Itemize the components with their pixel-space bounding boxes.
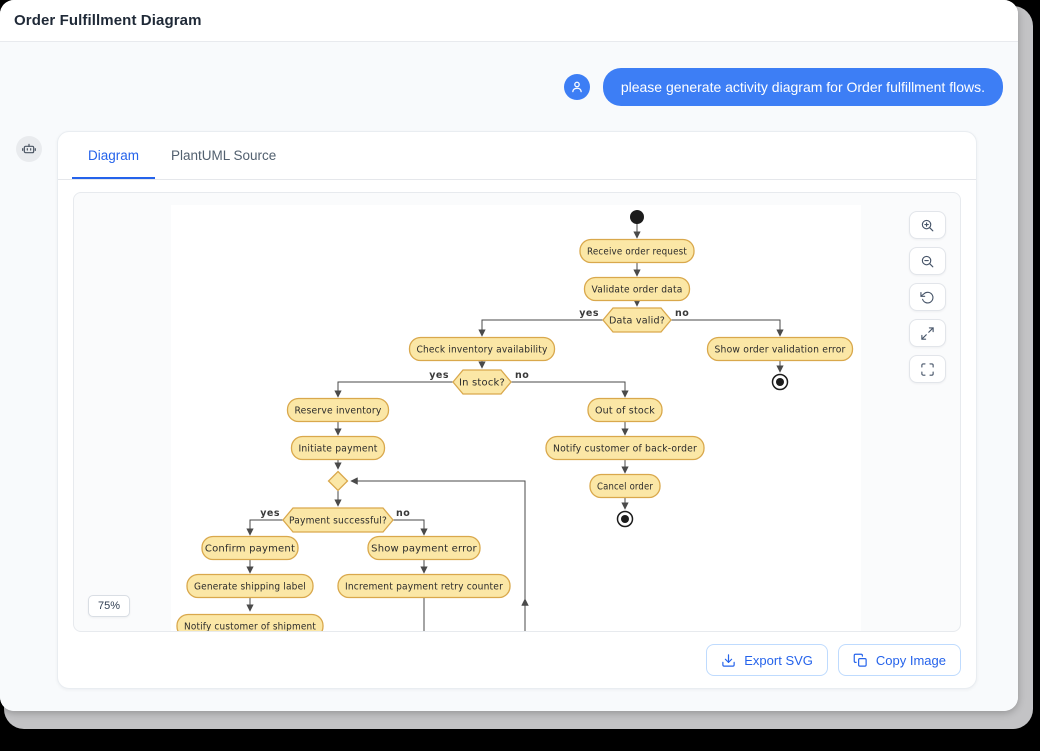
start-node [630,210,644,224]
export-svg-button[interactable]: Export SVG [706,644,828,676]
edge-label-yes: yes [260,508,280,519]
expand-button[interactable] [909,319,946,347]
flow-edge [250,520,284,535]
edge-label-no: no [675,308,689,319]
svg-text:Notify customer of back-order: Notify customer of back-order [553,444,698,455]
app-header: Order Fulfillment Diagram [0,0,1018,42]
reset-view-button[interactable] [909,283,946,311]
diagram-viewport[interactable]: yes no yes no yes no Receive order request Vali… [73,192,961,632]
in-stock-node: In stock? [453,370,511,394]
copy-image-button[interactable]: Copy Image [838,644,961,676]
zoom-level-badge: 75% [88,595,130,617]
svg-text:Generate shipping label: Generate shipping label [194,582,306,593]
end-cancel-node [618,512,633,527]
person-icon [569,79,585,95]
robot-icon [21,141,37,157]
data-valid-node: Data valid? [603,308,671,332]
tab-diagram[interactable]: Diagram [72,132,155,179]
svg-text:Out of stock: Out of stock [595,406,655,417]
cancel-order-node: Cancel order [590,475,660,498]
generate-shipping-label-node: Generate shipping label [187,575,313,598]
fullscreen-icon [920,362,935,377]
expand-icon [920,326,935,341]
fullscreen-button[interactable] [909,355,946,383]
zoom-out-icon [920,254,935,269]
zoom-in-button[interactable] [909,211,946,239]
svg-text:Initiate payment: Initiate payment [299,444,378,455]
show-payment-error-node: Show payment error [368,537,480,560]
flow-edge [511,382,625,397]
notify-customer-of-shipment-node: Notify customer of shipment [177,615,323,633]
assistant-avatar [16,136,42,162]
assistant-row: Diagram PlantUML Source yes no yes no yes no R… [0,106,1018,689]
edge-label-yes: yes [429,370,449,381]
increment-payment-retry-counter-node: Increment payment retry counter [338,575,510,598]
activity-diagram: yes no yes no yes no Receive order request Vali… [171,205,861,632]
svg-text:Receive order request: Receive order request [587,247,687,258]
svg-text:Validate order data: Validate order data [592,285,683,296]
flow-edge [482,320,603,336]
confirm-payment-node: Confirm payment [202,537,298,560]
svg-text:Data valid?: Data valid? [609,316,665,327]
svg-text:Confirm payment: Confirm payment [205,544,295,555]
merge-point-node [329,472,348,491]
receive-order-request-node: Receive order request [580,240,694,263]
end-validation-error-node [773,375,788,390]
svg-text:Show order validation error: Show order validation error [715,345,847,356]
svg-text:Payment successful?: Payment successful? [289,516,387,527]
reserve-inventory-node: Reserve inventory [288,399,389,422]
main-content: please generate activity diagram for Ord… [0,42,1018,711]
download-icon [721,653,736,668]
edge-label-no: no [515,370,529,381]
diagram-card: Diagram PlantUML Source yes no yes no yes no R… [57,131,977,689]
copy-image-label: Copy Image [876,653,946,668]
svg-text:Increment payment retry counte: Increment payment retry counter [345,582,504,593]
user-message-row: please generate activity diagram for Ord… [0,42,1018,106]
user-avatar [564,74,590,100]
svg-text:In stock?: In stock? [459,378,505,389]
svg-text:Cancel order: Cancel order [597,482,654,493]
payment-successful-node: Payment successful? [283,508,393,532]
zoom-out-button[interactable] [909,247,946,275]
zoom-in-icon [920,218,935,233]
svg-text:Show payment error: Show payment error [371,544,477,555]
svg-text:Check inventory availability: Check inventory availability [417,345,548,356]
export-svg-label: Export SVG [744,653,813,668]
tab-bar: Diagram PlantUML Source [58,132,976,180]
notify-customer-of-back-order-node: Notify customer of back-order [546,437,704,460]
svg-text:Reserve inventory: Reserve inventory [295,406,382,417]
out-of-stock-node: Out of stock [588,399,662,422]
flow-edge [392,520,424,535]
diagram-canvas: yes no yes no yes no Receive order request Vali… [171,205,861,632]
app-window: Order Fulfillment Diagram please generat… [0,0,1018,711]
copy-icon [853,653,868,668]
flow-edge [338,382,453,397]
page-title: Order Fulfillment Diagram [14,12,202,29]
svg-text:Notify customer of shipment: Notify customer of shipment [184,622,316,633]
card-footer: Export SVG Copy Image [58,632,976,688]
edge-label-no: no [396,508,410,519]
flow-edge [671,320,780,336]
check-inventory-availability-node: Check inventory availability [410,338,555,361]
user-message-bubble: please generate activity diagram for Ord… [603,68,1003,106]
zoom-controls [909,211,946,383]
validate-order-data-node: Validate order data [585,278,690,301]
initiate-payment-node: Initiate payment [292,437,385,460]
reset-view-icon [920,290,935,305]
tab-plantuml-source[interactable]: PlantUML Source [155,132,292,179]
show-order-validation-error-node: Show order validation error [708,338,853,361]
edge-label-yes: yes [579,308,599,319]
